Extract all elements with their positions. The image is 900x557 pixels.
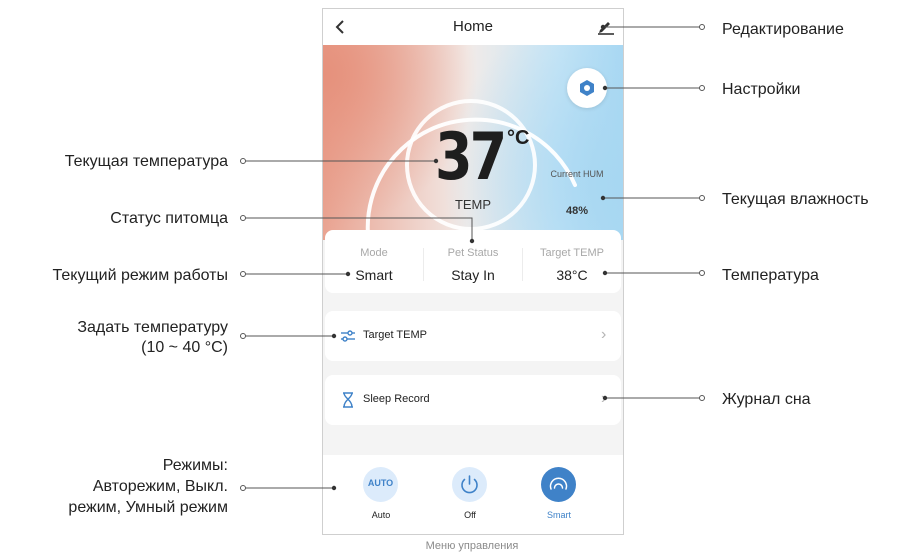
annotation-modes-line3: режим, Умный режим xyxy=(68,499,228,516)
annotation-sleep-log: Журнал сна xyxy=(722,391,811,408)
annotation-modes-line1: Режимы: xyxy=(162,457,228,474)
annotation-set-temp-line2: (10 ~ 40 °C) xyxy=(141,339,228,356)
annotation-set-temp-line1: Задать температуру xyxy=(77,319,228,336)
annotation-temperature: Температура xyxy=(722,267,819,284)
annotation-edit: Редактирование xyxy=(722,21,844,38)
annotation-settings: Настройки xyxy=(722,81,801,98)
annotation-current-mode: Текущий режим работы xyxy=(52,267,228,284)
annotation-current-humidity: Текущая влажность xyxy=(722,191,869,208)
figure-caption: Меню управления xyxy=(425,540,519,552)
annotation-pet-status: Статус питомца xyxy=(110,210,228,227)
annotation-modes-line2: Авторежим, Выкл. xyxy=(92,478,228,495)
annotation-current-temp: Текущая температура xyxy=(64,153,228,170)
